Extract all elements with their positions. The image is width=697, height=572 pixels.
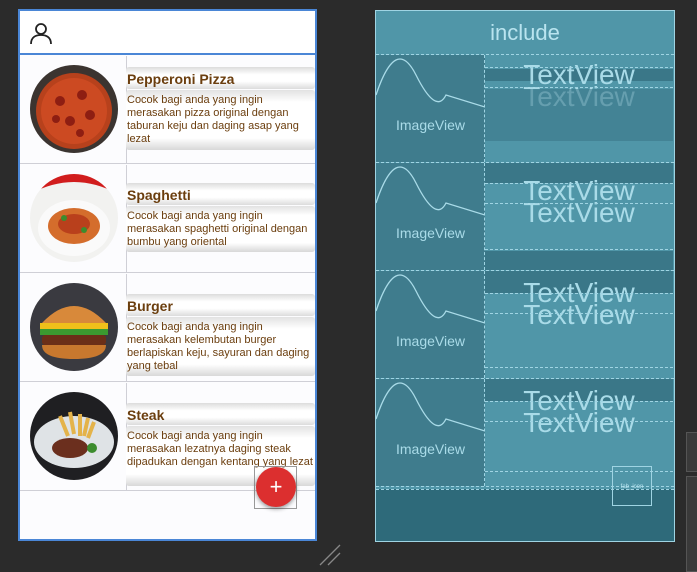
- side-panel-tab[interactable]: [686, 476, 697, 572]
- list-item[interactable]: Spaghetti Cocok bagi anda yang ingin mer…: [20, 165, 315, 273]
- image-placeholder-icon: ImageView: [376, 163, 485, 270]
- include-label: include: [376, 11, 674, 55]
- food-description: Cocok bagi anda yang ingin merasakan piz…: [127, 94, 299, 145]
- blueprint-row: ImageView TextView TextView: [376, 271, 674, 379]
- textview-box: [485, 251, 673, 270]
- textview-box: [485, 89, 673, 141]
- resize-handle-icon[interactable]: [318, 543, 342, 567]
- food-title: Burger: [127, 298, 173, 314]
- textview-label: TextView: [523, 407, 635, 438]
- image-placeholder-icon: ImageView: [376, 271, 485, 378]
- food-description: Cocok bagi anda yang ingin merasakan spa…: [127, 210, 308, 248]
- food-description: Cocok bagi anda yang ingin merasakan kel…: [127, 321, 310, 372]
- imageview-label: ImageView: [395, 441, 465, 457]
- toolbar: [20, 11, 315, 55]
- guide-line: [485, 249, 673, 250]
- burger-image: [30, 283, 118, 371]
- fab-placeholder: fab_icon: [612, 466, 652, 506]
- imageview-label: ImageView: [395, 333, 465, 349]
- add-fab-button[interactable]: +: [256, 467, 296, 507]
- food-title: Pepperoni Pizza: [127, 71, 235, 87]
- plus-icon: +: [269, 474, 283, 499]
- blueprint-row: ImageView TextView TextView: [376, 55, 674, 163]
- guide-line: [485, 183, 673, 184]
- imageview-label: ImageView: [395, 117, 465, 133]
- guide-line: [485, 67, 673, 68]
- user-icon[interactable]: [29, 21, 53, 45]
- guide-line: [485, 87, 673, 88]
- guide-line: [485, 421, 673, 422]
- pizza-image: [30, 65, 118, 153]
- list-item[interactable]: Burger Cocok bagi anda yang ingin merasa…: [20, 274, 315, 382]
- imageview-label: ImageView: [395, 225, 465, 241]
- spaghetti-image: [30, 174, 118, 262]
- image-placeholder-icon: ImageView: [376, 379, 485, 486]
- guide-line: [485, 401, 673, 402]
- food-title: Steak: [127, 407, 165, 423]
- guide-line: [485, 367, 673, 368]
- guide-line: [485, 313, 673, 314]
- image-placeholder-icon: ImageView: [376, 55, 485, 162]
- list-item[interactable]: Pepperoni Pizza Cocok bagi anda yang ing…: [20, 56, 315, 164]
- steak-image: [30, 392, 118, 480]
- blueprint-row: ImageView TextView TextView: [376, 163, 674, 271]
- guide-line: [485, 203, 673, 204]
- guide-line: [485, 293, 673, 294]
- side-panel-tab[interactable]: [686, 432, 697, 472]
- food-title: Spaghetti: [127, 187, 191, 203]
- design-preview: Pepperoni Pizza Cocok bagi anda yang ing…: [18, 9, 317, 541]
- blueprint-preview: include ImageView TextView TextView Imag…: [375, 10, 675, 542]
- food-description: Cocok bagi anda yang ingin merasakan lez…: [127, 430, 313, 468]
- textview-label: TextView: [523, 299, 635, 330]
